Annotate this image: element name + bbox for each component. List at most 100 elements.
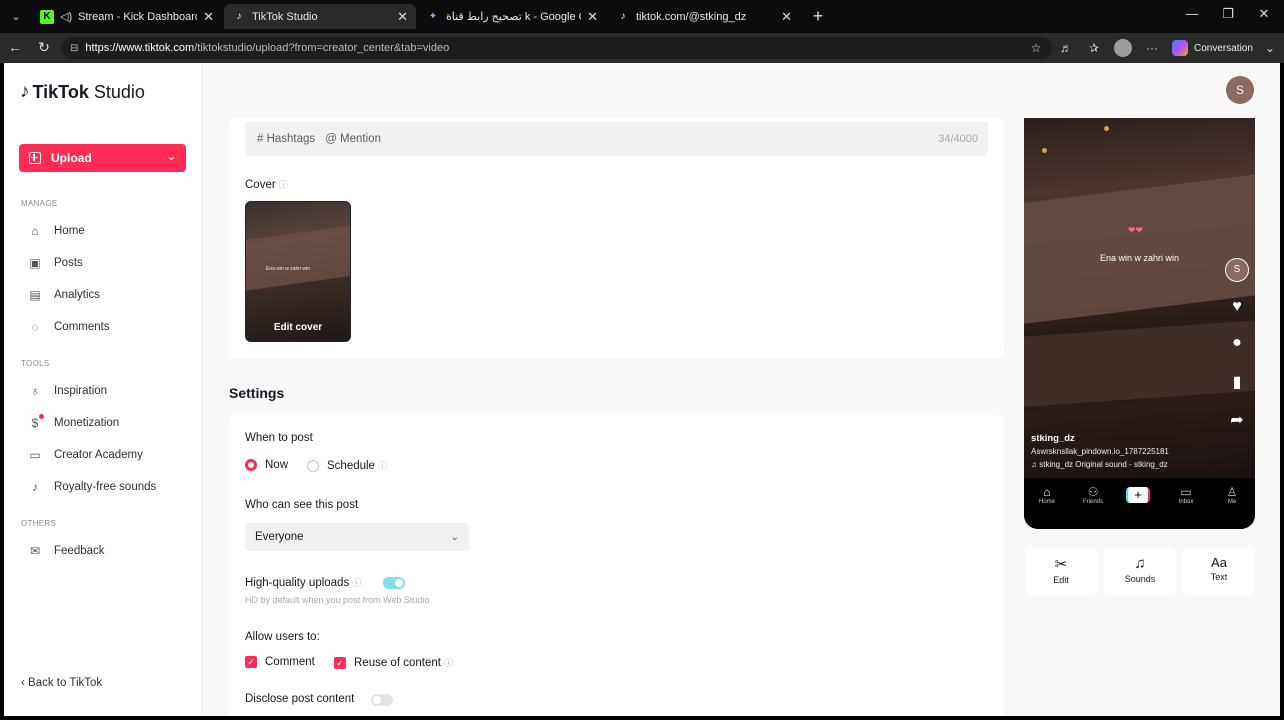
minimize-icon[interactable]: —	[1182, 6, 1202, 21]
disclose-toggle[interactable]	[371, 694, 393, 706]
avatar[interactable]: S	[1226, 76, 1254, 104]
new-tab-icon[interactable]: +	[808, 6, 828, 27]
radio-now-label: Now	[265, 459, 289, 471]
tab-close-icon[interactable]: ✕	[397, 9, 408, 25]
text-tool-button[interactable]: Aa Text	[1183, 547, 1255, 595]
edit-tool-button[interactable]: ✂ Edit	[1025, 547, 1097, 595]
close-window-icon[interactable]: ✕	[1254, 6, 1274, 22]
restore-icon[interactable]: ❐	[1218, 6, 1238, 22]
sidebar-item-label: Home	[54, 225, 85, 237]
hearts-emoji: ❤❤	[1128, 225, 1144, 235]
favorite-star-icon[interactable]: ☆	[1028, 41, 1044, 55]
browser-tab-kick[interactable]: K ◁) Stream - Kick Dashboard ✕	[32, 4, 222, 29]
profile-avatar[interactable]	[1114, 39, 1132, 57]
sidebar-item-monetization[interactable]: $ Monetization	[28, 413, 119, 433]
notification-dot	[39, 414, 44, 419]
media-icon[interactable]: ♬	[1058, 41, 1074, 55]
friends-icon: ⚇	[1087, 485, 1099, 499]
sidebar-item-posts[interactable]: ▣ Posts	[28, 253, 83, 273]
browser-tabbar: ⌄ K ◁) Stream - Kick Dashboard ✕ ♪ TikTo…	[0, 0, 1284, 33]
sidebar-item-label: Analytics	[54, 289, 101, 301]
upload-plus-icon	[29, 152, 41, 164]
tiktok-studio-logo[interactable]: ♪ TikTok Studio	[20, 81, 145, 103]
scissors-icon: ✂	[1054, 556, 1068, 573]
tiktok-studio-page: ♪ TikTok Studio Upload ⌄ MANAGE ⌂ Home ▣…	[4, 63, 1280, 716]
phone-nav-label: Friends	[1082, 499, 1103, 505]
sidebar-item-label: Inspiration	[54, 385, 108, 397]
when-to-post-label: When to post	[245, 432, 313, 444]
tab-close-icon[interactable]: ✕	[203, 9, 214, 25]
comment-button[interactable]: ●	[1223, 334, 1251, 352]
comment-checkbox[interactable]: ✓ Comment	[245, 656, 315, 668]
browser-tab-gemini[interactable]: ✦ تصحيح رابط قناة k - Google Gemini ✕	[418, 4, 606, 29]
edit-cover-button[interactable]: Edit cover	[246, 322, 350, 333]
sidebar-item-royalty-free-sounds[interactable]: ♪ Royalty-free sounds	[28, 477, 156, 497]
share-button[interactable]: ➦	[1223, 410, 1251, 430]
tab-title: TikTok Studio	[252, 10, 318, 23]
favorites-icon[interactable]: ✰	[1086, 41, 1102, 55]
preview-username: stking_dz	[1031, 433, 1075, 444]
light-dot	[1104, 126, 1109, 131]
address-toolbar: ← ↻ ⊟ https://www.tiktok.com/tiktokstudi…	[0, 33, 1284, 63]
chevron-down-icon[interactable]: ⌄	[167, 150, 176, 163]
radio-now[interactable]: Now	[245, 459, 288, 471]
sidebar-item-analytics[interactable]: ▤ Analytics	[28, 285, 100, 305]
info-icon[interactable]: ⓘ	[352, 578, 361, 588]
like-button[interactable]: ♥	[1223, 298, 1251, 316]
cover-thumbnail[interactable]: Ena win w zahri win Edit cover	[245, 201, 351, 342]
sidebar-item-inspiration[interactable]: ♁ Inspiration	[28, 381, 108, 401]
url-field[interactable]: ⊟ https://www.tiktok.com/tiktokstudio/up…	[62, 37, 1052, 59]
bookmark-button[interactable]: ▮	[1223, 372, 1251, 392]
hashtags-button[interactable]: # Hashtags	[257, 133, 315, 145]
radio-schedule[interactable]: Schedule ⓘ	[307, 459, 387, 472]
sidebar-item-label: Monetization	[54, 417, 120, 429]
more-menu-icon[interactable]: ···	[1144, 41, 1160, 55]
kick-logo-icon: K	[40, 9, 54, 24]
upload-button[interactable]: Upload ⌄	[19, 144, 186, 172]
cover-image-beam	[246, 222, 350, 292]
tool-label: Text	[1210, 572, 1228, 582]
browser-tab-tiktok-profile[interactable]: ♪ tiktok.com/@stking_dz ✕	[608, 4, 800, 29]
phone-nav-inbox: ▭ Inbox	[1168, 485, 1204, 505]
browser-tab-tiktok-studio[interactable]: ♪ TikTok Studio ✕	[224, 4, 416, 29]
back-to-tiktok-link[interactable]: ‹ Back to TikTok	[21, 677, 102, 689]
reload-icon[interactable]: ↻	[35, 39, 53, 56]
info-icon[interactable]: ⓘ	[378, 459, 387, 472]
disclose-label: Disclose post content	[245, 693, 355, 705]
brand-name: TikTok	[32, 81, 89, 102]
sidebar-toggle-icon[interactable]: ⌄	[1262, 41, 1278, 55]
back-arrow-icon[interactable]: ←	[6, 39, 24, 55]
high-quality-toggle[interactable]	[383, 577, 405, 589]
sidebar-item-label: Posts	[54, 257, 83, 269]
allow-users-label: Allow users to:	[245, 631, 320, 643]
tiktok-logo-icon: ♪	[236, 11, 242, 22]
visibility-select[interactable]: Everyone ⌄	[245, 523, 469, 551]
caption-char-count: 34/4000	[938, 133, 978, 145]
tiktok-logo-icon: ♪	[620, 11, 626, 22]
high-quality-label-text: High-quality uploads	[245, 577, 350, 589]
avatar: S	[1225, 258, 1249, 282]
sidebar-item-comments[interactable]: ◌ Comments	[28, 317, 109, 337]
info-icon[interactable]: ⓘ	[444, 656, 453, 669]
sidebar-item-creator-academy[interactable]: ▭ Creator Academy	[28, 445, 143, 465]
tab-close-icon[interactable]: ✕	[781, 9, 792, 25]
tab-close-icon[interactable]: ✕	[587, 9, 598, 25]
speaker-icon[interactable]: ◁)	[60, 10, 72, 23]
sidebar-item-home[interactable]: ⌂ Home	[28, 221, 85, 241]
text-icon: Aa	[1211, 555, 1227, 570]
dollar-icon: $	[28, 414, 44, 430]
light-dot	[1042, 148, 1047, 153]
sounds-tool-button[interactable]: ♫ Sounds	[1104, 547, 1176, 595]
sidebar-item-feedback[interactable]: ✉ Feedback	[28, 541, 105, 561]
creator-avatar[interactable]: S	[1223, 258, 1251, 282]
radio-selected-icon	[245, 459, 257, 471]
copilot-button[interactable]: Conversation	[1172, 38, 1253, 58]
site-info-icon[interactable]: ⊟	[70, 43, 78, 54]
info-icon[interactable]: ⓘ	[279, 180, 288, 190]
mention-button[interactable]: @ Mention	[325, 133, 381, 145]
video-overlay-text: Ena win w zahri win	[1099, 253, 1180, 263]
reuse-checkbox[interactable]: ✓ Reuse of content ⓘ	[334, 656, 453, 669]
video-preview[interactable]: ❤❤ Ena win w zahri win S ♥ ● ▮ ➦ stking_…	[1024, 118, 1255, 529]
tab-title: تصحيح رابط قناة k - Google Gemini	[446, 11, 581, 23]
tab-actions-menu-icon[interactable]: ⌄	[6, 7, 26, 27]
